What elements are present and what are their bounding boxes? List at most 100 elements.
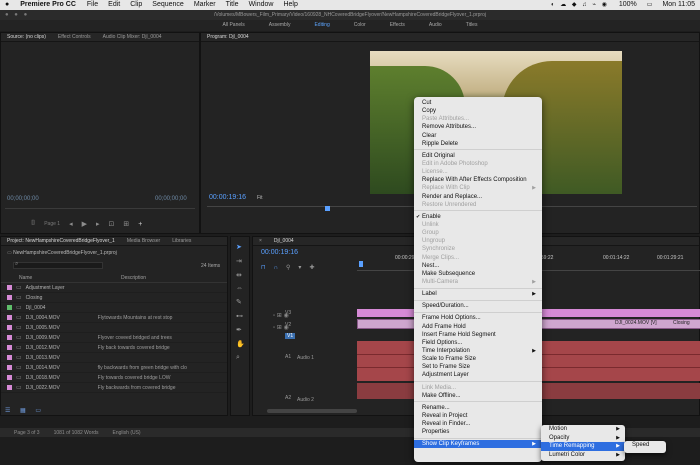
tab-program[interactable]: Program: Djl_0004 bbox=[201, 34, 255, 40]
label-color-swatch[interactable] bbox=[7, 325, 12, 330]
project-list-item[interactable]: ▭ DJI_0018.MOV Fly towards covered bridge … bbox=[1, 373, 227, 383]
project-list-item[interactable]: ▭ DJI_0013.MOV bbox=[1, 353, 227, 363]
hand-tool-icon[interactable]: ✋ bbox=[236, 340, 245, 348]
workspace-all-panels[interactable]: All Panels bbox=[211, 20, 257, 31]
workspace-assembly[interactable]: Assembly bbox=[257, 20, 303, 31]
project-list-item[interactable]: ▭ Closing bbox=[1, 293, 227, 303]
timeline-timecode[interactable]: 00:00:19:16 bbox=[261, 249, 298, 256]
menu-item-replace-with-after-effects-composition[interactable]: Replace With After Effects Composition bbox=[414, 176, 542, 184]
workspace-titles[interactable]: Titles bbox=[454, 20, 490, 31]
menu-item-render-and-replace[interactable]: Render and Replace... bbox=[414, 193, 542, 201]
source-scrubber[interactable] bbox=[5, 208, 195, 212]
playhead[interactable] bbox=[359, 261, 363, 267]
workspace-audio[interactable]: Audio bbox=[417, 20, 454, 31]
menu-item-reveal-in-finder[interactable]: Reveal in Finder... bbox=[414, 420, 542, 428]
ripple-edit-tool-icon[interactable]: ⇹ bbox=[236, 271, 245, 279]
submenu-item-lumetri-color[interactable]: Lumetri Color ▶ bbox=[541, 451, 625, 460]
program-playhead[interactable] bbox=[325, 206, 330, 211]
label-color-swatch[interactable] bbox=[7, 315, 12, 320]
menu-item-speed-duration[interactable]: Speed/Duration... bbox=[414, 302, 542, 310]
tab-media-browser[interactable]: Media Browser bbox=[121, 238, 166, 244]
submenu-item-opacity[interactable]: Opacity ▶ bbox=[541, 434, 625, 443]
label-color-swatch[interactable] bbox=[7, 285, 12, 290]
program-fit-select[interactable]: Fit bbox=[257, 195, 263, 201]
project-list-item[interactable]: ▭ Djl_0004 bbox=[1, 303, 227, 313]
menu-clip[interactable]: Clip bbox=[125, 0, 147, 10]
menu-item-cut[interactable]: Cut bbox=[414, 99, 542, 107]
menu-window[interactable]: Window bbox=[244, 0, 279, 10]
timeline-scrollbar[interactable] bbox=[267, 409, 357, 413]
snap-icon[interactable]: ∩ bbox=[274, 265, 286, 271]
menu-marker[interactable]: Marker bbox=[189, 0, 221, 10]
label-color-swatch[interactable] bbox=[7, 365, 12, 370]
menu-help[interactable]: Help bbox=[278, 0, 302, 10]
submenu-item-motion[interactable]: Motion ▶ bbox=[541, 425, 625, 434]
workspace-effects[interactable]: Effects bbox=[378, 20, 417, 31]
menu-file[interactable]: File bbox=[82, 0, 103, 10]
menu-item-ripple-delete[interactable]: Ripple Delete bbox=[414, 140, 542, 148]
label-color-swatch[interactable] bbox=[7, 295, 12, 300]
apple-icon[interactable]: ● bbox=[0, 0, 14, 10]
tab-close-icon[interactable]: × bbox=[253, 238, 268, 244]
mark-in-icon[interactable]: ⌷ bbox=[31, 220, 35, 228]
workspace-color[interactable]: Color bbox=[342, 20, 378, 31]
tab-effect-controls[interactable]: Effect Controls bbox=[52, 34, 97, 40]
source-timecode-out[interactable]: 00;00;00;00 bbox=[155, 196, 187, 202]
label-color-swatch[interactable] bbox=[7, 305, 12, 310]
submenu-item-time-remapping[interactable]: Time Remapping ▶ bbox=[541, 442, 625, 451]
menu-item-nest[interactable]: Nest... bbox=[414, 262, 542, 270]
lock-icon[interactable]: ▫ ⊞ ◉ bbox=[273, 310, 289, 322]
project-list-item[interactable]: ▭ Adjustment Layer bbox=[1, 283, 227, 293]
overwrite-icon[interactable]: ⊞ bbox=[123, 220, 129, 228]
app-menu[interactable]: Premiere Pro CC bbox=[14, 0, 82, 10]
menu-item-copy[interactable]: Copy bbox=[414, 107, 542, 115]
track-a2-label[interactable]: A2 bbox=[285, 395, 291, 401]
wrench-icon[interactable]: ✚ bbox=[309, 265, 322, 271]
zoom-tool-icon[interactable]: ⌕ bbox=[236, 354, 245, 362]
menu-item-set-to-frame-size[interactable]: Set to Frame Size bbox=[414, 363, 542, 371]
menu-sequence[interactable]: Sequence bbox=[147, 0, 189, 10]
project-search-input[interactable] bbox=[13, 262, 103, 269]
insert-icon[interactable]: ⊡ bbox=[108, 220, 114, 228]
tab-audio-clip-mixer[interactable]: Audio Clip Mixer: Djl_0004 bbox=[97, 34, 168, 40]
tab-sequence[interactable]: Djl_0004 bbox=[268, 238, 300, 244]
label-color-swatch[interactable] bbox=[7, 345, 12, 350]
menu-item-remove-attributes[interactable]: Remove Attributes... bbox=[414, 123, 542, 131]
project-list-item[interactable]: ▭ DJI_0014.MOV fly backwards from green br… bbox=[1, 363, 227, 373]
menu-item-reveal-in-project[interactable]: Reveal in Project bbox=[414, 412, 542, 420]
project-list-item[interactable]: ▭ DJI_0004.MOV Flytowards Mountains at res… bbox=[1, 313, 227, 323]
slip-tool-icon[interactable]: ⊷ bbox=[236, 312, 245, 320]
track-select-tool-icon[interactable]: ⇥ bbox=[236, 257, 245, 265]
clock[interactable]: Mon 11:05 bbox=[657, 0, 700, 10]
track-a1-label[interactable]: A1 bbox=[285, 354, 291, 360]
label-color-swatch[interactable] bbox=[7, 385, 12, 390]
add-button-icon[interactable]: + bbox=[138, 221, 142, 228]
menu-item-properties[interactable]: Properties bbox=[414, 428, 542, 436]
menu-item-clear[interactable]: Clear bbox=[414, 132, 542, 140]
step-back-icon[interactable]: ◂ bbox=[69, 220, 73, 228]
menu-item-edit-original[interactable]: Edit Original bbox=[414, 152, 542, 160]
menu-item-time-interpolation[interactable]: Time Interpolation ▶ bbox=[414, 347, 542, 355]
pen-tool-icon[interactable]: ✒ bbox=[236, 326, 245, 334]
source-timecode-in[interactable]: 00;00;00;00 bbox=[7, 196, 39, 202]
project-list-item[interactable]: ▭ DJI_0022.MOV Fly backwards from covered … bbox=[1, 383, 227, 393]
linked-selection-icon[interactable]: ⚲ bbox=[286, 265, 298, 271]
project-list-item[interactable]: ▭ DJI_0009.MOV Flyover coveed bridged and … bbox=[1, 333, 227, 343]
project-list-item[interactable]: ▭ DJI_0012.MOV Fly back towards covered br… bbox=[1, 343, 227, 353]
menu-item-label[interactable]: Label ▶ bbox=[414, 290, 542, 298]
menu-item-rename[interactable]: Rename... bbox=[414, 404, 542, 412]
menu-title[interactable]: Title bbox=[221, 0, 244, 10]
rate-stretch-tool-icon[interactable]: ⇔ bbox=[236, 285, 245, 292]
nest-toggle-icon[interactable]: ⊓ bbox=[261, 265, 274, 271]
battery-icon[interactable]: ▭ bbox=[642, 0, 658, 10]
program-timecode[interactable]: 00:00:19:16 bbox=[209, 194, 246, 201]
menu-edit[interactable]: Edit bbox=[103, 0, 125, 10]
label-color-swatch[interactable] bbox=[7, 375, 12, 380]
lock-icon[interactable]: ▫ ⊞ ◉ bbox=[273, 322, 289, 334]
submenu-item-speed[interactable]: Speed bbox=[624, 441, 666, 450]
play-icon[interactable]: ▶ bbox=[82, 220, 87, 228]
project-list-item[interactable]: ▭ DJI_0005.MOV bbox=[1, 323, 227, 333]
menu-item-make-offline[interactable]: Make Offline... bbox=[414, 392, 542, 400]
add-marker-icon[interactable]: ▾ bbox=[298, 265, 309, 271]
tab-source[interactable]: Source: (no clips) bbox=[1, 34, 52, 40]
